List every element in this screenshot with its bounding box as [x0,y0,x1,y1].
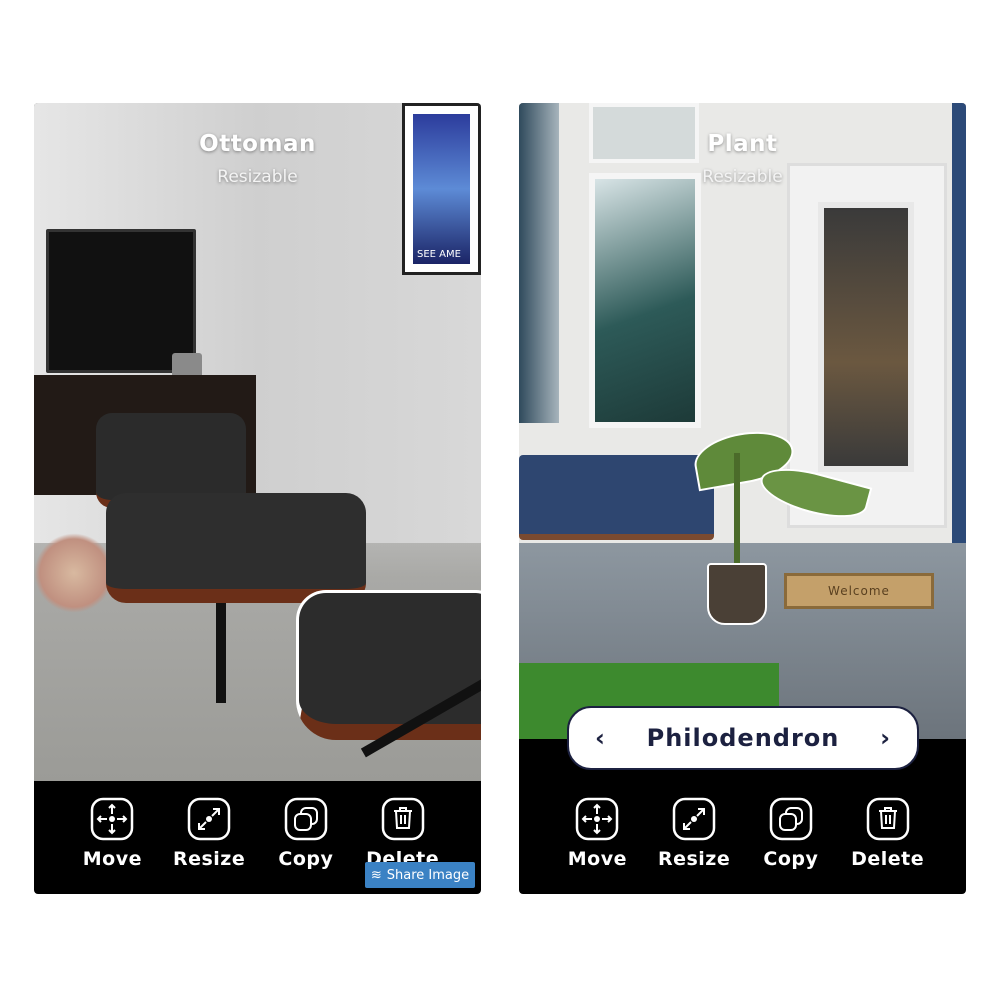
move-label: Move [82,848,142,870]
plant-selector: ‹ Philodendron › [567,706,919,770]
share-image-label: Share Image [386,867,470,883]
object-subtitle: Resizable [702,167,783,187]
ottoman-screen: SEE AME Ottoman Resizable Move Resize Co… [34,103,481,894]
action-toolbar: Move Resize Copy Delete [519,796,966,870]
chevron-right-icon[interactable]: › [880,726,891,750]
copy-button[interactable]: Copy [751,796,831,870]
move-icon [91,797,134,841]
move-label: Move [567,848,627,870]
resize-icon [672,797,716,841]
wall-poster: SEE AME [402,103,481,275]
tv [46,229,196,373]
object-title: Plant [707,131,778,157]
copy-label: Copy [278,848,334,870]
plant-screen: Welcome Plant Resizable ‹ Philodendron ›… [519,103,966,894]
resize-button[interactable]: Resize [654,796,734,870]
delete-button[interactable]: Delete [848,796,928,870]
trash-icon [381,797,424,841]
copy-button[interactable]: Copy [266,796,346,870]
room-camera-view: SEE AME [34,103,481,781]
move-button[interactable]: Move [72,796,152,870]
resize-label: Resize [172,848,246,870]
move-button[interactable]: Move [557,796,637,870]
selected-plant-name: Philodendron [646,724,840,752]
copy-icon [284,797,328,841]
patio-camera-view: Welcome [519,103,966,739]
delete-button[interactable]: Delete [363,796,443,870]
action-toolbar: Move Resize Copy Delete [34,796,481,870]
plant-selected [639,423,873,628]
layers-icon: ≋ [370,867,382,883]
object-title: Ottoman [199,131,316,157]
delete-label: Delete [851,848,925,870]
object-subtitle: Resizable [217,167,298,187]
resize-label: Resize [657,848,731,870]
copy-label: Copy [763,848,819,870]
copy-icon [769,797,813,841]
move-icon [576,797,619,841]
window [589,173,701,428]
share-image-button[interactable]: ≋ Share Image [365,862,475,888]
resize-icon [187,797,231,841]
ottoman-selected [296,590,481,740]
resize-button[interactable]: Resize [169,796,249,870]
trash-icon [866,797,909,841]
chevron-left-icon[interactable]: ‹ [595,726,606,750]
